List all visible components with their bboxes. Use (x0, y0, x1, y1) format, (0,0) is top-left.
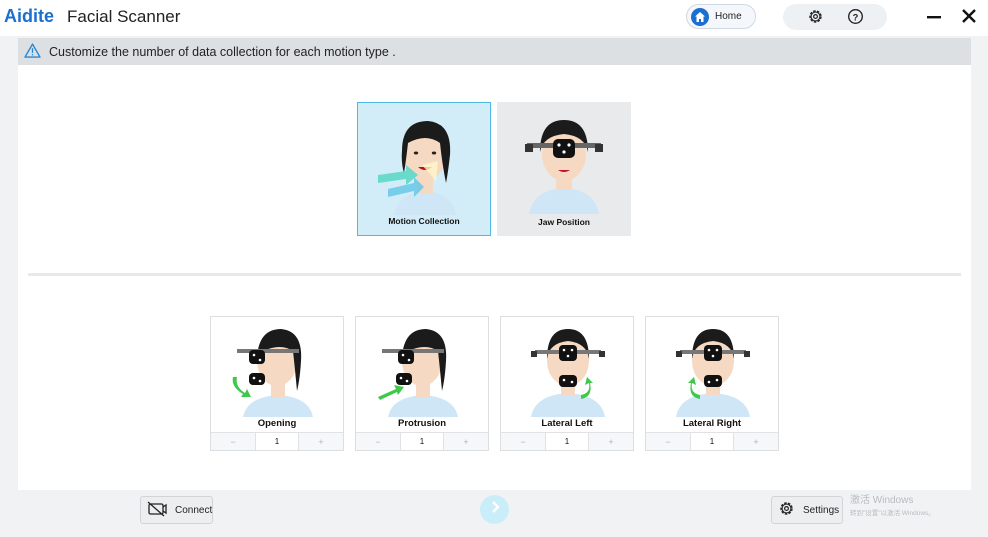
decrement-button[interactable]: − (356, 433, 400, 450)
increment-button[interactable]: + (734, 433, 778, 450)
count-value[interactable]: 1 (400, 433, 444, 450)
count-value[interactable]: 1 (690, 433, 734, 450)
main-panel: Motion Collection Jaw Position Opening −… (18, 65, 971, 490)
motion-label-protrusion: Protrusion (397, 418, 447, 429)
quantity-stepper-protrusion: − 1 + (356, 432, 488, 450)
settings-label: Settings (803, 504, 840, 516)
count-value[interactable]: 1 (255, 433, 299, 450)
connect-button[interactable]: Connect (140, 496, 213, 524)
decrement-button[interactable]: − (501, 433, 545, 450)
notice-text: Customize the number of data collection … (49, 44, 396, 59)
title-bar: Aidite Facial Scanner Home ? (0, 0, 988, 36)
increment-button[interactable]: + (299, 433, 343, 450)
motion-label-lateral-left: Lateral Left (541, 418, 593, 429)
close-icon[interactable] (961, 8, 977, 24)
increment-button[interactable]: + (444, 433, 488, 450)
motion-card-opening[interactable]: Opening − 1 + (210, 316, 344, 451)
home-button[interactable]: Home (686, 4, 756, 29)
connect-label: Connect (175, 504, 213, 516)
quantity-stepper-lateral-left: − 1 + (501, 432, 633, 450)
home-icon (691, 7, 709, 26)
lateral-left-illustration (531, 329, 605, 417)
quantity-stepper-opening: − 1 + (211, 432, 343, 450)
quantity-stepper-lateral-right: − 1 + (646, 432, 778, 450)
jaw-position-card[interactable]: Jaw Position (497, 102, 631, 236)
brand-logo: Aidite (4, 6, 55, 26)
app-title: Facial Scanner (67, 7, 181, 26)
increment-button[interactable]: + (589, 433, 633, 450)
watermark-title: 激活 Windows (850, 495, 914, 506)
minimize-icon[interactable] (926, 10, 942, 24)
gear-icon (778, 500, 795, 520)
home-label: Home (715, 11, 742, 22)
help-icon[interactable]: ? (847, 8, 864, 30)
motion-card-lateral-left[interactable]: Lateral Left − 1 + (500, 316, 634, 451)
svg-text:?: ? (853, 12, 859, 22)
jaw-position-label: Jaw Position (538, 217, 590, 227)
decrement-button[interactable]: − (211, 433, 255, 450)
windows-activation-watermark: 激活 Windows 转到"设置"以激活 Windows。 (850, 491, 935, 517)
header-tools (783, 4, 887, 30)
watermark-subtitle: 转到"设置"以激活 Windows。 (850, 510, 935, 517)
camera-off-icon (147, 501, 167, 520)
jaw-position-illustration (525, 120, 603, 214)
protrusion-illustration (378, 329, 458, 417)
motion-collection-label: Motion Collection (388, 216, 460, 226)
decrement-button[interactable]: − (646, 433, 690, 450)
motion-label-lateral-right: Lateral Right (682, 418, 742, 429)
next-button[interactable] (480, 495, 509, 524)
opening-illustration (232, 329, 313, 417)
motion-label-opening: Opening (257, 418, 297, 429)
lateral-right-illustration (676, 329, 750, 417)
warning-icon (24, 42, 41, 61)
count-value[interactable]: 1 (545, 433, 589, 450)
motion-card-protrusion[interactable]: Protrusion − 1 + (355, 316, 489, 451)
section-divider (28, 273, 961, 276)
chevron-right-icon (488, 500, 502, 519)
notice-bar: Customize the number of data collection … (18, 38, 971, 65)
motion-card-lateral-right[interactable]: Lateral Right − 1 + (645, 316, 779, 451)
settings-button[interactable]: Settings (771, 496, 843, 524)
gear-icon[interactable] (807, 8, 824, 30)
motion-collection-card[interactable]: Motion Collection (357, 102, 491, 236)
